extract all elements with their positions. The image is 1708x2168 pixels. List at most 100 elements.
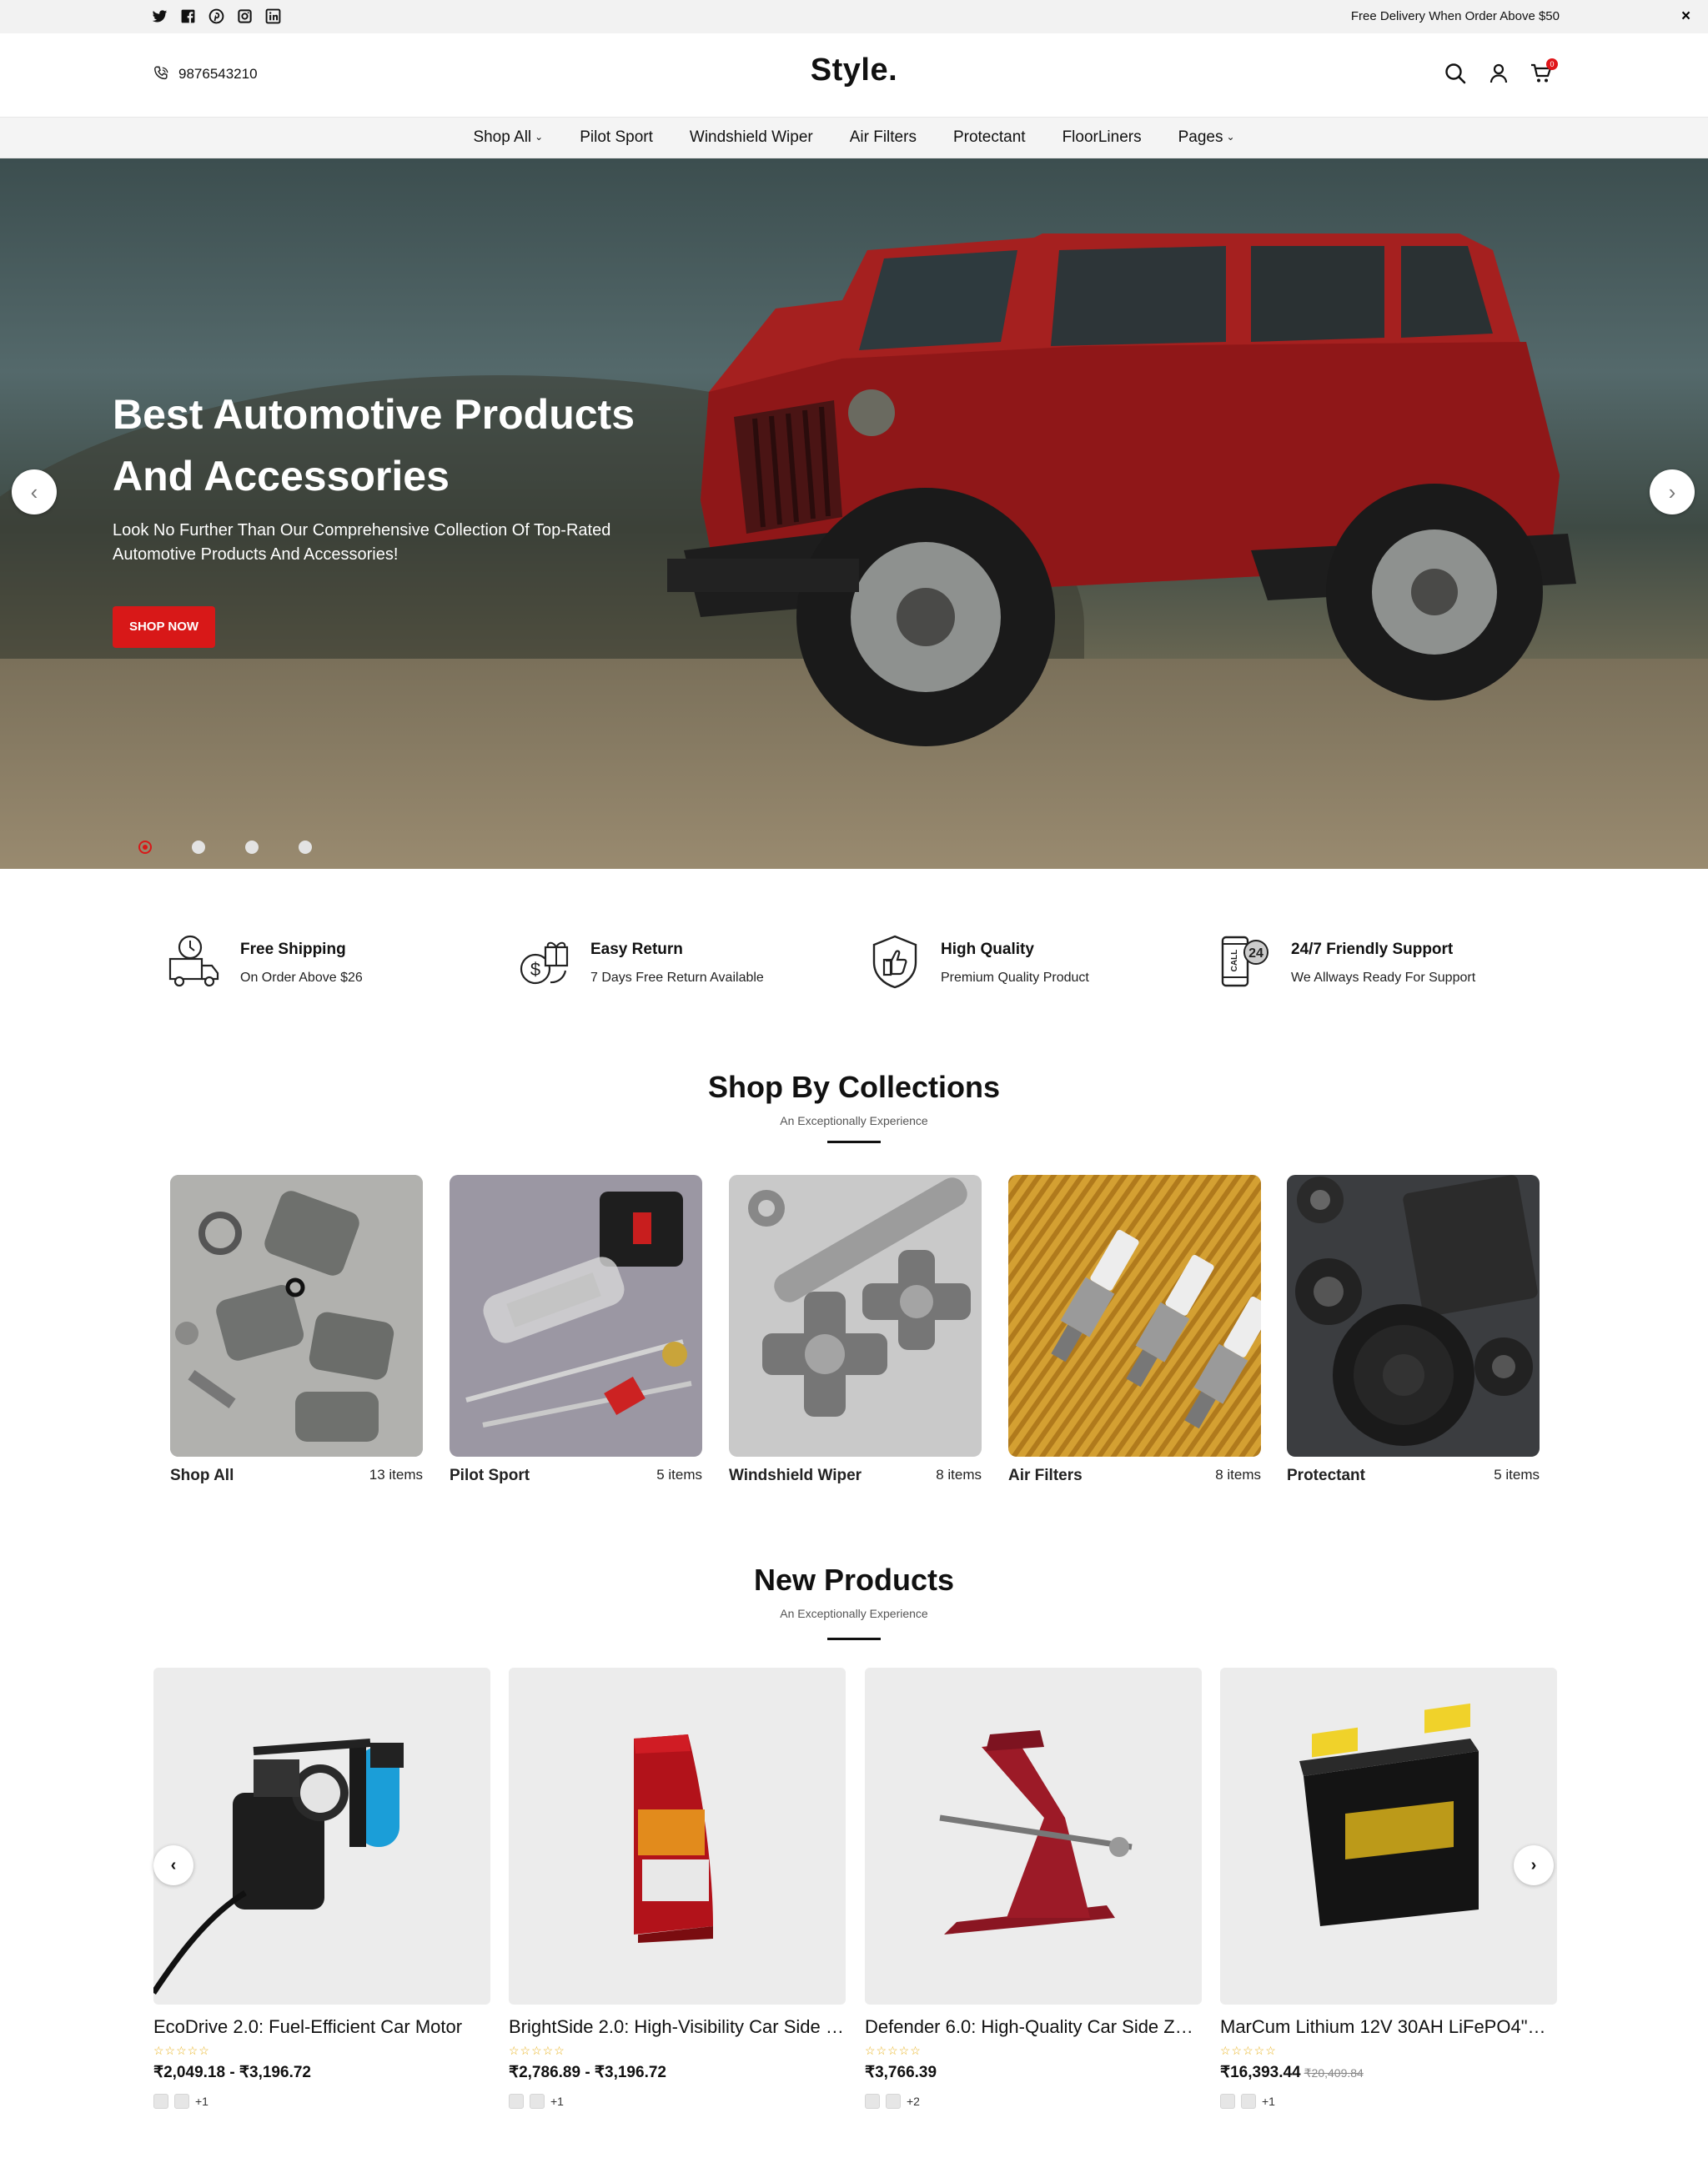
- product-name[interactable]: MarCum Lithium 12V 30AH LiFePO4"Motorcyc…: [1220, 2016, 1557, 2038]
- variant-swatch[interactable]: [886, 2094, 901, 2109]
- search-icon[interactable]: [1443, 61, 1468, 86]
- feature-high-quality: High Quality Premium Quality Product: [867, 932, 1089, 991]
- collection-count: 8 items: [936, 1467, 982, 1483]
- cart-icon[interactable]: 0: [1530, 58, 1558, 86]
- variant-swatch[interactable]: [1241, 2094, 1256, 2109]
- instagram-icon[interactable]: [237, 8, 253, 24]
- facebook-icon[interactable]: [180, 8, 196, 24]
- collection-name[interactable]: Shop All: [170, 1467, 234, 1485]
- hero-title: Best Automotive Products And Accessories: [113, 391, 635, 499]
- delivery-truck-icon: [167, 932, 222, 991]
- product-image[interactable]: [865, 1668, 1202, 2005]
- product-image[interactable]: [153, 1668, 490, 2005]
- product-name[interactable]: BrightSide 2.0: High-Visibility Car Side…: [509, 2016, 846, 2038]
- new-products-divider: [827, 1638, 881, 1640]
- product-variants: +2: [865, 2094, 1202, 2109]
- svg-text:24: 24: [1248, 946, 1263, 961]
- feature-title: Easy Return: [590, 941, 683, 958]
- collection-card-protectant[interactable]: Protectant 5 items: [1287, 1175, 1540, 1485]
- product-card[interactable]: EcoDrive 2.0: Fuel-Efficient Car Motor ☆…: [153, 1668, 490, 2109]
- collection-image[interactable]: [170, 1175, 423, 1457]
- nav-item-protectant[interactable]: Protectant: [953, 128, 1026, 147]
- collection-count: 13 items: [369, 1467, 423, 1483]
- shop-now-button[interactable]: SHOP NOW: [113, 606, 215, 648]
- feature-support: CALL 24 24/7 Friendly Support We Allways R…: [1218, 932, 1475, 991]
- collection-name[interactable]: Pilot Sport: [450, 1467, 530, 1485]
- collection-image[interactable]: [1287, 1175, 1540, 1457]
- products-prev-button[interactable]: ‹: [153, 1845, 193, 1885]
- variant-swatch[interactable]: [530, 2094, 545, 2109]
- hero-slide-dots: [138, 841, 312, 854]
- nav-item-pages[interactable]: Pages ⌄: [1178, 128, 1235, 147]
- main-nav: Shop All ⌄ Pilot Sport Windshield Wiper A…: [0, 117, 1708, 158]
- collection-count: 8 items: [1215, 1467, 1261, 1483]
- nav-item-shop-all[interactable]: Shop All ⌄: [473, 128, 543, 147]
- feature-subtitle: We Allways Ready For Support: [1291, 971, 1476, 985]
- variant-swatch[interactable]: [509, 2094, 524, 2109]
- feature-subtitle: Premium Quality Product: [941, 971, 1089, 985]
- account-icon[interactable]: [1486, 61, 1511, 86]
- collection-image[interactable]: [1008, 1175, 1261, 1457]
- phone-support-icon: CALL 24: [1218, 932, 1273, 991]
- collection-card-shop-all[interactable]: Shop All 13 items: [170, 1175, 423, 1485]
- site-header: 9876543210 Style. 0: [0, 33, 1708, 117]
- new-products-heading: New Products: [753, 1563, 955, 1597]
- hero-next-button[interactable]: ›: [1650, 469, 1695, 514]
- product-card[interactable]: BrightSide 2.0: High-Visibility Car Side…: [509, 1668, 846, 2109]
- product-image[interactable]: [1220, 1668, 1557, 2005]
- feature-title: 24/7 Friendly Support: [1291, 941, 1454, 958]
- twitter-icon[interactable]: [152, 8, 168, 24]
- collection-count: 5 items: [1494, 1467, 1540, 1483]
- collection-name[interactable]: Air Filters: [1008, 1467, 1083, 1485]
- linkedin-icon[interactable]: [265, 8, 281, 24]
- hero-prev-button[interactable]: ‹: [12, 469, 57, 514]
- collections-subheading: An Exceptionally Experience: [780, 1114, 928, 1127]
- close-icon[interactable]: ×: [1681, 8, 1690, 26]
- product-card[interactable]: MarCum Lithium 12V 30AH LiFePO4"Motorcyc…: [1220, 1668, 1557, 2109]
- collection-image[interactable]: [729, 1175, 982, 1457]
- more-variants-count: +1: [1262, 2095, 1275, 2108]
- variant-swatch[interactable]: [1220, 2094, 1235, 2109]
- slide-dot-2[interactable]: [192, 841, 205, 854]
- collection-name[interactable]: Protectant: [1287, 1467, 1365, 1485]
- nav-item-floorliners[interactable]: FloorLiners: [1062, 128, 1142, 147]
- product-name[interactable]: EcoDrive 2.0: Fuel-Efficient Car Motor: [153, 2016, 490, 2038]
- rating-stars: ☆☆☆☆☆: [865, 2044, 922, 2057]
- slide-dot-3[interactable]: [245, 841, 259, 854]
- collections-heading: Shop By Collections: [707, 1070, 1001, 1104]
- product-card[interactable]: Defender 6.0: High-Quality Car Side Zone…: [865, 1668, 1202, 2109]
- rating-stars: ☆☆☆☆☆: [509, 2044, 565, 2057]
- variant-swatch[interactable]: [153, 2094, 168, 2109]
- nav-item-pilot-sport[interactable]: Pilot Sport: [580, 128, 653, 147]
- variant-swatch[interactable]: [174, 2094, 189, 2109]
- collection-card-pilot-sport[interactable]: Pilot Sport 5 items: [450, 1175, 702, 1485]
- social-links: [152, 8, 281, 24]
- variant-swatch[interactable]: [865, 2094, 880, 2109]
- nav-item-windshield-wiper[interactable]: Windshield Wiper: [690, 128, 813, 147]
- gift-return-icon: $: [517, 932, 572, 991]
- promo-message: Free Delivery When Order Above $50: [1350, 9, 1560, 23]
- feature-title: Free Shipping: [240, 941, 346, 958]
- pinterest-icon[interactable]: [208, 8, 224, 24]
- collection-card-windshield-wiper[interactable]: Windshield Wiper 8 items: [729, 1175, 982, 1485]
- product-variants: +1: [1220, 2094, 1557, 2109]
- product-price: ₹3,766.39: [865, 2064, 937, 2081]
- collection-card-air-filters[interactable]: Air Filters 8 items: [1008, 1175, 1261, 1485]
- feature-title: High Quality: [941, 941, 1034, 958]
- collection-image[interactable]: [450, 1175, 702, 1457]
- collection-name[interactable]: Windshield Wiper: [729, 1467, 862, 1485]
- hero-jeep-image: [667, 233, 1576, 746]
- products-next-button[interactable]: ›: [1514, 1845, 1554, 1885]
- feature-subtitle: On Order Above $26: [240, 971, 363, 985]
- more-variants-count: +1: [550, 2095, 564, 2108]
- slide-dot-1[interactable]: [138, 841, 152, 854]
- product-name[interactable]: Defender 6.0: High-Quality Car Side Zone…: [865, 2016, 1202, 2038]
- chevron-down-icon: ⌄: [535, 131, 544, 143]
- product-image[interactable]: [509, 1668, 846, 2005]
- cart-count-badge: 0: [1546, 58, 1558, 70]
- slide-dot-4[interactable]: [299, 841, 312, 854]
- nav-item-air-filters[interactable]: Air Filters: [850, 128, 917, 147]
- product-price: ₹2,049.18 - ₹3,196.72: [153, 2064, 311, 2081]
- rating-stars: ☆☆☆☆☆: [1220, 2044, 1277, 2057]
- product-old-price: ₹20,409.84: [1304, 2066, 1364, 2080]
